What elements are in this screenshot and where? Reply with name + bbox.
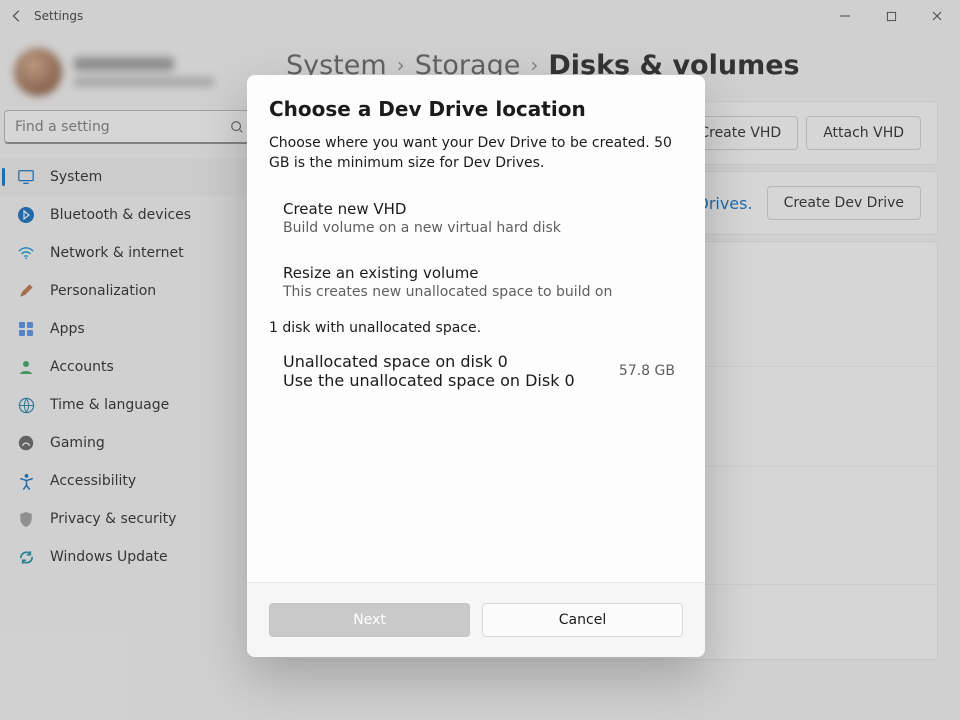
option-resize-volume[interactable]: Resize an existing volume This creates n… <box>269 256 683 308</box>
option-unallocated-disk-0[interactable]: Unallocated space on disk 0 Use the unal… <box>269 346 683 396</box>
option-desc: This creates new unallocated space to bu… <box>283 284 683 300</box>
option-title: Resize an existing volume <box>283 264 683 282</box>
disk-option-size: 57.8 GB <box>619 363 675 379</box>
dialog-description: Choose where you want your Dev Drive to … <box>269 133 683 174</box>
next-button[interactable]: Next <box>269 603 470 637</box>
dev-drive-location-dialog: Choose a Dev Drive location Choose where… <box>247 75 705 657</box>
option-desc: Build volume on a new virtual hard disk <box>283 220 683 236</box>
disk-option-title: Unallocated space on disk 0 <box>283 352 609 371</box>
option-title: Create new VHD <box>283 200 683 218</box>
dialog-title: Choose a Dev Drive location <box>269 97 683 121</box>
disk-option-desc: Use the unallocated space on Disk 0 <box>283 371 609 390</box>
unallocated-section-label: 1 disk with unallocated space. <box>269 320 683 336</box>
cancel-button[interactable]: Cancel <box>482 603 683 637</box>
option-create-new-vhd[interactable]: Create new VHD Build volume on a new vir… <box>269 192 683 244</box>
